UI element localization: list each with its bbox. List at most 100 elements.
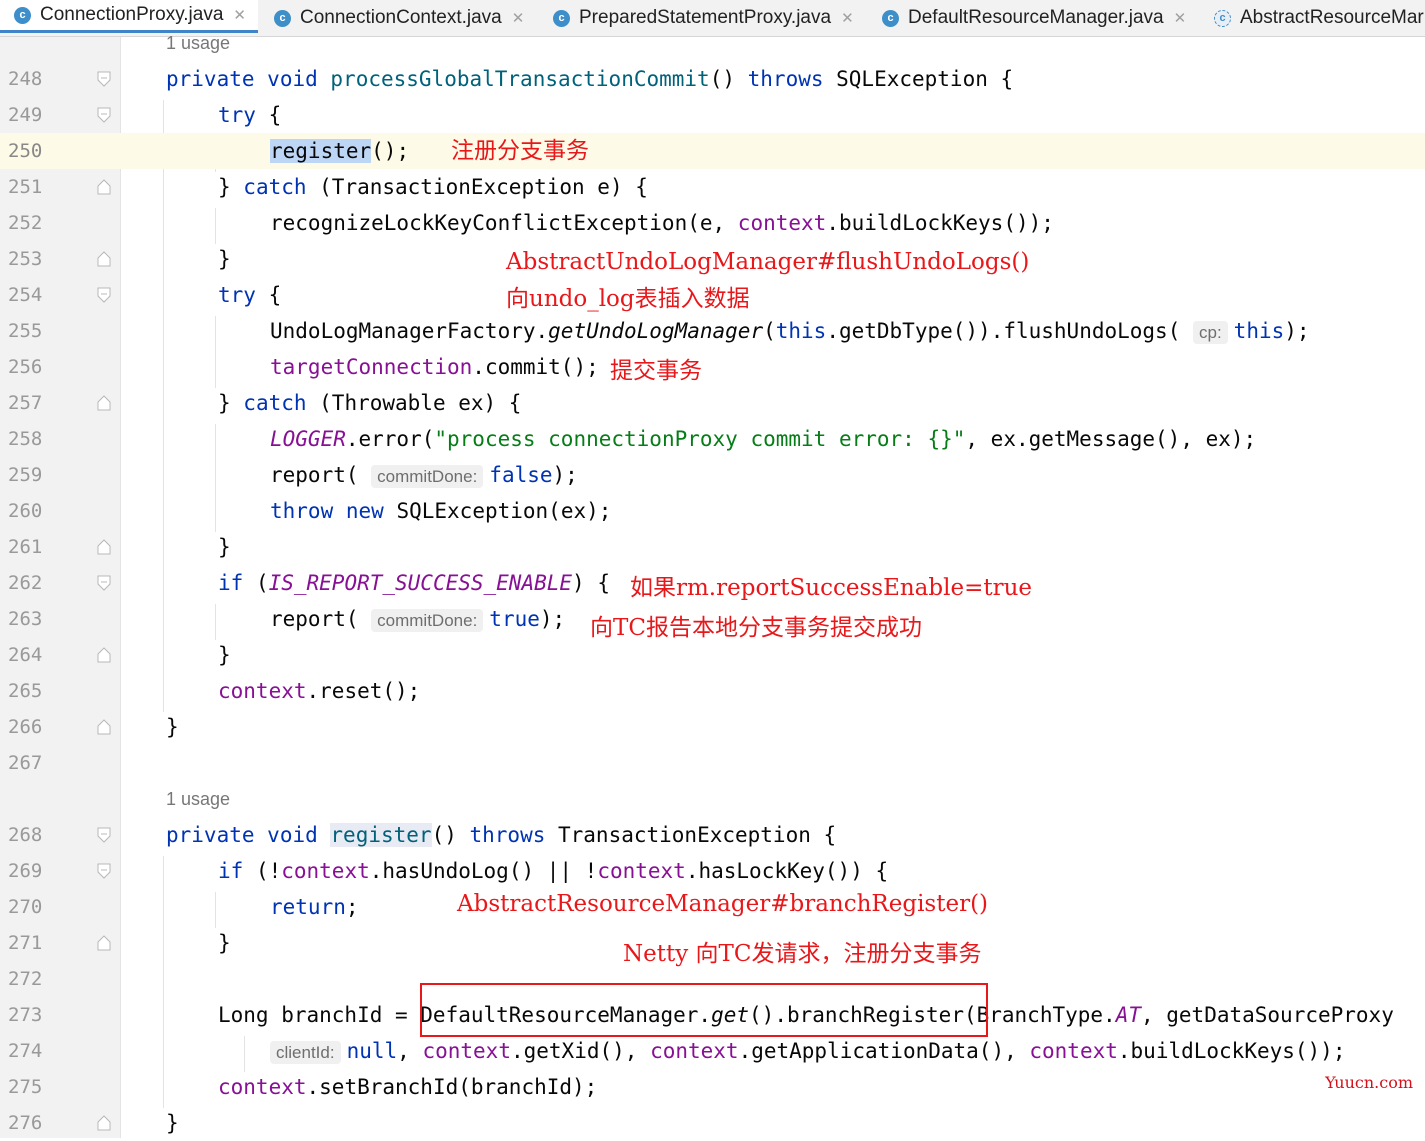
line-number: 252 <box>8 212 43 234</box>
annotation-branch-register: AbstractResourceManager#branchRegister() <box>457 891 989 917</box>
fold-icon[interactable] <box>97 863 111 879</box>
line-number: 260 <box>8 500 43 522</box>
watermark: Yuucn.com <box>1325 1073 1413 1092</box>
annotation-register-branch: 注册分支事务 <box>451 138 589 164</box>
usage-hint[interactable]: 1 usage <box>166 789 230 810</box>
code-text: return; <box>270 895 359 919</box>
close-icon[interactable]: ✕ <box>841 9 854 27</box>
code-line[interactable]: 265 context.reset(); <box>0 673 1425 709</box>
code-text: } <box>218 247 231 271</box>
code-line[interactable]: 268 private void register() throws Trans… <box>0 817 1425 853</box>
annotation-if-report: 如果rm.reportSuccessEnable=true <box>630 575 1033 601</box>
code-line-current[interactable]: 250 register(); <box>0 133 1425 169</box>
code-line[interactable]: 252 recognizeLockKeyConflictException(e,… <box>0 205 1425 241</box>
class-icon: c <box>553 9 570 27</box>
code-text: try { <box>218 103 282 127</box>
line-number: 262 <box>8 572 43 594</box>
fold-end-icon[interactable] <box>97 539 111 555</box>
code-line[interactable]: 274 clientId: null, context.getXid(), con… <box>0 1033 1425 1069</box>
fold-icon[interactable] <box>97 71 111 87</box>
code-line[interactable]: 275 context.setBranchId(branchId); <box>0 1069 1425 1105</box>
fold-end-icon[interactable] <box>97 179 111 195</box>
fold-end-icon[interactable] <box>97 719 111 735</box>
fold-end-icon[interactable] <box>97 395 111 411</box>
code-text: } <box>166 715 179 739</box>
code-text: context.setBranchId(branchId); <box>218 1075 598 1099</box>
fold-end-icon[interactable] <box>97 935 111 951</box>
code-line[interactable]: 257 } catch (Throwable ex) { <box>0 385 1425 421</box>
parameter-hint: clientId: <box>270 1041 341 1064</box>
fold-end-icon[interactable] <box>97 647 111 663</box>
editor-tab-bar: c ConnectionProxy.java ✕ c ConnectionCon… <box>0 0 1425 37</box>
code-line[interactable]: 264 } <box>0 637 1425 673</box>
code-text: } <box>218 535 231 559</box>
line-number: 265 <box>8 680 43 702</box>
tab-label: PreparedStatementProxy.java <box>579 7 832 28</box>
line-number: 249 <box>8 104 43 126</box>
tab-connection-context[interactable]: c ConnectionContext.java ✕ <box>260 0 524 36</box>
tab-label: ConnectionContext.java <box>300 7 502 28</box>
code-text: report( commitDone: true); <box>270 607 566 632</box>
tab-label: ConnectionProxy.java <box>40 4 224 25</box>
code-line[interactable]: 248 private void processGlobalTransactio… <box>0 61 1425 97</box>
parameter-hint: commitDone: <box>371 609 484 632</box>
tab-connection-proxy[interactable]: c ConnectionProxy.java ✕ <box>0 0 258 33</box>
code-line[interactable]: 276 } <box>0 1105 1425 1141</box>
tab-default-resource-manager[interactable]: c DefaultResourceManager.java ✕ <box>868 0 1186 36</box>
code-line[interactable]: 258 LOGGER.error("process connectionProx… <box>0 421 1425 457</box>
code-text: context.reset(); <box>218 679 421 703</box>
line-number: 275 <box>8 1076 43 1098</box>
line-number: 258 <box>8 428 43 450</box>
code-text: } <box>218 643 231 667</box>
line-number: 268 <box>8 824 43 846</box>
code-line[interactable]: 261 } <box>0 529 1425 565</box>
close-icon[interactable]: ✕ <box>233 6 246 24</box>
tab-prepared-statement-proxy[interactable]: c PreparedStatementProxy.java ✕ <box>539 0 854 36</box>
code-line[interactable]: 256 targetConnection.commit(); <box>0 349 1425 385</box>
code-line[interactable]: 259 report( commitDone: false); <box>0 457 1425 493</box>
code-text: throw new SQLException(ex); <box>270 499 612 523</box>
code-text: if (IS_REPORT_SUCCESS_ENABLE) { <box>218 571 610 595</box>
code-text: targetConnection.commit(); <box>270 355 599 379</box>
code-text: private void processGlobalTransactionCom… <box>166 67 1014 91</box>
code-text: clientId: null, context.getXid(), context… <box>270 1033 1345 1071</box>
fold-end-icon[interactable] <box>97 1115 111 1131</box>
code-line[interactable]: 255 UndoLogManagerFactory.getUndoLogMana… <box>0 313 1425 349</box>
code-line[interactable]: 260 throw new SQLException(ex); <box>0 493 1425 529</box>
fold-icon[interactable] <box>97 827 111 843</box>
code-text: if (!context.hasUndoLog() || !context.ha… <box>218 859 889 883</box>
code-line[interactable]: 251 } catch (TransactionException e) { <box>0 169 1425 205</box>
annotation-flush-undo-logs: AbstractUndoLogManager#flushUndoLogs() <box>506 249 1030 275</box>
code-line[interactable]: 249 try { <box>0 97 1425 133</box>
usage-hint[interactable]: 1 usage <box>166 33 230 54</box>
class-icon: c <box>882 9 899 27</box>
close-icon[interactable]: ✕ <box>1174 9 1187 27</box>
line-number: 256 <box>8 356 43 378</box>
line-number: 270 <box>8 896 43 918</box>
code-text: try { <box>218 283 282 307</box>
fold-icon[interactable] <box>97 287 111 303</box>
fold-icon[interactable] <box>97 107 111 123</box>
code-text: } <box>166 1111 179 1135</box>
code-text: recognizeLockKeyConflictException(e, con… <box>270 211 1054 235</box>
fold-icon[interactable] <box>97 575 111 591</box>
close-icon[interactable]: ✕ <box>512 9 525 27</box>
code-text: LOGGER.error("process connectionProxy co… <box>270 427 1257 451</box>
highlight-box <box>420 983 988 1037</box>
line-number: 251 <box>8 176 43 198</box>
line-number: 255 <box>8 320 43 342</box>
annotation-insert-undo-log: 向undo_log表插入数据 <box>506 286 750 312</box>
tab-label: AbstractResourceMar <box>1240 7 1424 28</box>
line-number: 276 <box>8 1112 43 1134</box>
line-number: 259 <box>8 464 43 486</box>
annotation-report-tc: 向TC报告本地分支事务提交成功 <box>590 615 922 641</box>
code-text: report( commitDone: false); <box>270 463 578 488</box>
line-number: 271 <box>8 932 43 954</box>
code-text: } catch (TransactionException e) { <box>218 175 648 199</box>
tab-abstract-resource-manager[interactable]: c AbstractResourceMar <box>1200 0 1424 36</box>
code-line[interactable]: 267 <box>0 745 1425 781</box>
code-line[interactable]: 269 if (!context.hasUndoLog() || !contex… <box>0 853 1425 889</box>
fold-end-icon[interactable] <box>97 251 111 267</box>
abstract-class-icon: c <box>1214 9 1231 27</box>
code-line[interactable]: 266 } <box>0 709 1425 745</box>
